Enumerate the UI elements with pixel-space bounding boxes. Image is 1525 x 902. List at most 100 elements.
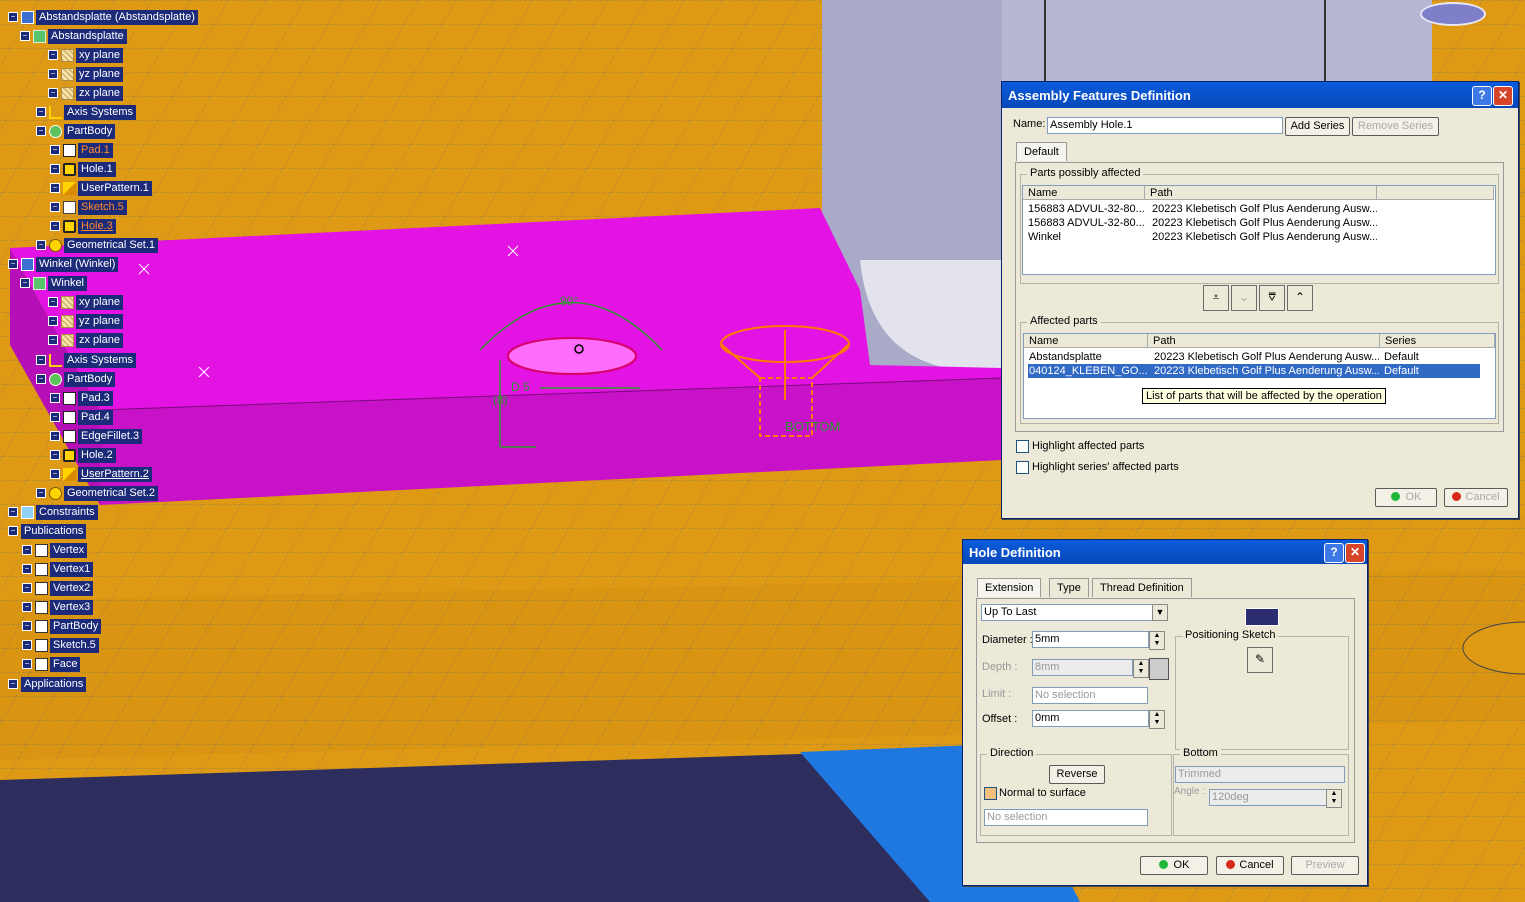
expand-collapse-icon[interactable]: − (8, 259, 18, 269)
tree-item[interactable]: − yz plane (48, 313, 123, 329)
column-header-name[interactable]: Name (1023, 186, 1145, 200)
tree-item[interactable]: − Applications (8, 676, 87, 692)
tree-item[interactable]: − Abstandsplatte (Abstandsplatte) (8, 9, 198, 25)
table-row-path[interactable]: 20223 Klebetisch Golf Plus Aenderung Aus… (1152, 216, 1377, 230)
expand-collapse-icon[interactable]: − (50, 202, 60, 212)
tree-item[interactable]: − Face (22, 656, 81, 672)
tree-item[interactable]: − Pad.4 (50, 409, 113, 425)
expand-collapse-icon[interactable]: − (48, 316, 58, 326)
expand-collapse-icon[interactable]: − (50, 221, 60, 231)
tree-item[interactable]: − xy plane (48, 294, 123, 310)
expand-collapse-icon[interactable]: − (50, 412, 60, 422)
close-icon[interactable]: ✕ (1493, 86, 1513, 106)
tab-thread-definition[interactable]: Thread Definition (1092, 578, 1192, 597)
expand-collapse-icon[interactable]: − (22, 621, 32, 631)
expand-collapse-icon[interactable]: − (36, 488, 46, 498)
expand-collapse-icon[interactable]: − (50, 183, 60, 193)
expand-collapse-icon[interactable]: − (20, 278, 30, 288)
expand-collapse-icon[interactable]: − (48, 335, 58, 345)
tree-item[interactable]: − Vertex3 (22, 599, 94, 615)
angle-stepper[interactable]: ▲ ▼ (1326, 789, 1342, 808)
tree-item[interactable]: − PartBody (22, 618, 102, 634)
depth-stepper[interactable]: ▲ ▼ (1133, 659, 1149, 678)
remove-all-up-icon[interactable]: ⩢ (1259, 285, 1285, 311)
formula-icon[interactable] (1149, 658, 1169, 680)
add-series-button[interactable]: Add Series (1285, 117, 1350, 136)
expand-collapse-icon[interactable]: − (22, 640, 32, 650)
angle-input[interactable]: 120deg (1209, 789, 1331, 806)
cancel-button[interactable]: Cancel (1216, 856, 1284, 875)
expand-collapse-icon[interactable]: − (8, 507, 18, 517)
tree-item[interactable]: − Pad.3 (50, 390, 113, 406)
limit-input[interactable]: No selection (1032, 687, 1148, 704)
table-row-series[interactable]: Default (1384, 364, 1474, 378)
assembly-dialog-titlebar[interactable]: Assembly Features Definition ? ✕ (1002, 82, 1518, 108)
tree-item[interactable]: − UserPattern.2 (50, 466, 152, 482)
expand-collapse-icon[interactable]: − (36, 126, 46, 136)
expand-collapse-icon[interactable]: − (8, 679, 18, 689)
help-icon[interactable]: ? (1472, 86, 1492, 106)
expand-collapse-icon[interactable]: − (48, 69, 58, 79)
highlight-series-checkbox[interactable] (1016, 461, 1029, 474)
table-row-path[interactable]: 20223 Klebetisch Golf Plus Aenderung Aus… (1154, 350, 1379, 364)
table-row-path[interactable]: 20223 Klebetisch Golf Plus Aenderung Aus… (1152, 230, 1377, 244)
table-row-series[interactable]: Default (1384, 350, 1474, 364)
tree-item[interactable]: − Vertex (22, 542, 88, 558)
tree-item[interactable]: − Abstandsplatte (20, 28, 127, 44)
help-icon[interactable]: ? (1324, 543, 1344, 563)
bottom-type-select[interactable]: Trimmed (1175, 766, 1345, 783)
expand-collapse-icon[interactable]: − (48, 50, 58, 60)
ok-button[interactable]: OK (1375, 488, 1437, 507)
table-row-path[interactable]: 20223 Klebetisch Golf Plus Aenderung Aus… (1154, 364, 1379, 378)
expand-collapse-icon[interactable]: − (48, 297, 58, 307)
offset-input[interactable]: 0mm (1032, 710, 1149, 727)
tree-item[interactable]: − yz plane (48, 66, 123, 82)
possibly-affected-list[interactable]: Name Path 156883 ADVUL-32-80... 20223 Kle… (1022, 185, 1496, 275)
expand-collapse-icon[interactable]: − (8, 526, 18, 536)
tree-item[interactable]: − Sketch.5 (22, 637, 99, 653)
expand-collapse-icon[interactable]: − (8, 12, 18, 22)
column-header-name[interactable]: Name (1024, 334, 1148, 348)
reverse-button[interactable]: Reverse (1049, 765, 1105, 784)
extension-type-select[interactable]: Up To Last (981, 604, 1166, 621)
expand-collapse-icon[interactable]: − (50, 393, 60, 403)
offset-stepper[interactable]: ▲ ▼ (1149, 710, 1165, 729)
tree-item[interactable]: − Vertex2 (22, 580, 94, 596)
diameter-stepper[interactable]: ▲ ▼ (1149, 631, 1165, 650)
tree-item[interactable]: − EdgeFillet.3 (50, 428, 143, 444)
expand-collapse-icon[interactable]: − (48, 88, 58, 98)
expand-collapse-icon[interactable]: − (20, 31, 30, 41)
tab-type[interactable]: Type (1049, 578, 1089, 597)
tree-item[interactable]: − Axis Systems (36, 104, 137, 120)
close-icon[interactable]: ✕ (1345, 543, 1365, 563)
expand-collapse-icon[interactable]: − (22, 659, 32, 669)
table-row-name[interactable]: 156883 ADVUL-32-80... (1028, 202, 1144, 216)
tree-item[interactable]: − Hole.3 (50, 218, 116, 234)
expand-collapse-icon[interactable]: − (36, 355, 46, 365)
remove-up-icon[interactable]: ⌃ (1287, 285, 1313, 311)
table-row-path[interactable]: 20223 Klebetisch Golf Plus Aenderung Aus… (1152, 202, 1377, 216)
preview-button[interactable]: Preview (1291, 856, 1359, 875)
table-row-name[interactable]: 156883 ADVUL-32-80... (1028, 216, 1144, 230)
tree-item[interactable]: − Geometrical Set.1 (36, 237, 159, 253)
tree-item[interactable]: − Publications (8, 523, 87, 539)
table-row-name[interactable]: Abstandsplatte (1029, 350, 1147, 364)
expand-collapse-icon[interactable]: − (22, 545, 32, 555)
column-header-path[interactable]: Path (1145, 186, 1377, 200)
expand-collapse-icon[interactable]: − (50, 450, 60, 460)
tree-item[interactable]: − Sketch.5 (50, 199, 127, 215)
diameter-input[interactable]: 5mm (1032, 631, 1149, 648)
tree-item[interactable]: − Geometrical Set.2 (36, 485, 159, 501)
tree-item[interactable]: − Winkel (Winkel) (8, 256, 119, 272)
normal-to-surface-checkbox[interactable] (984, 787, 997, 800)
hole-dialog-titlebar[interactable]: Hole Definition ? ✕ (963, 540, 1367, 564)
affected-parts-list[interactable]: Name Path Series Abstandsplatte 20223 Kle… (1023, 333, 1496, 419)
depth-input[interactable]: 8mm (1032, 659, 1133, 676)
tree-item[interactable]: − Pad.1 (50, 142, 113, 158)
highlight-affected-checkbox[interactable] (1016, 440, 1029, 453)
expand-collapse-icon[interactable]: − (50, 164, 60, 174)
tree-item[interactable]: − Winkel (20, 275, 88, 291)
ok-button[interactable]: OK (1140, 856, 1208, 875)
expand-collapse-icon[interactable]: − (22, 583, 32, 593)
tree-item[interactable]: − zx plane (48, 85, 123, 101)
